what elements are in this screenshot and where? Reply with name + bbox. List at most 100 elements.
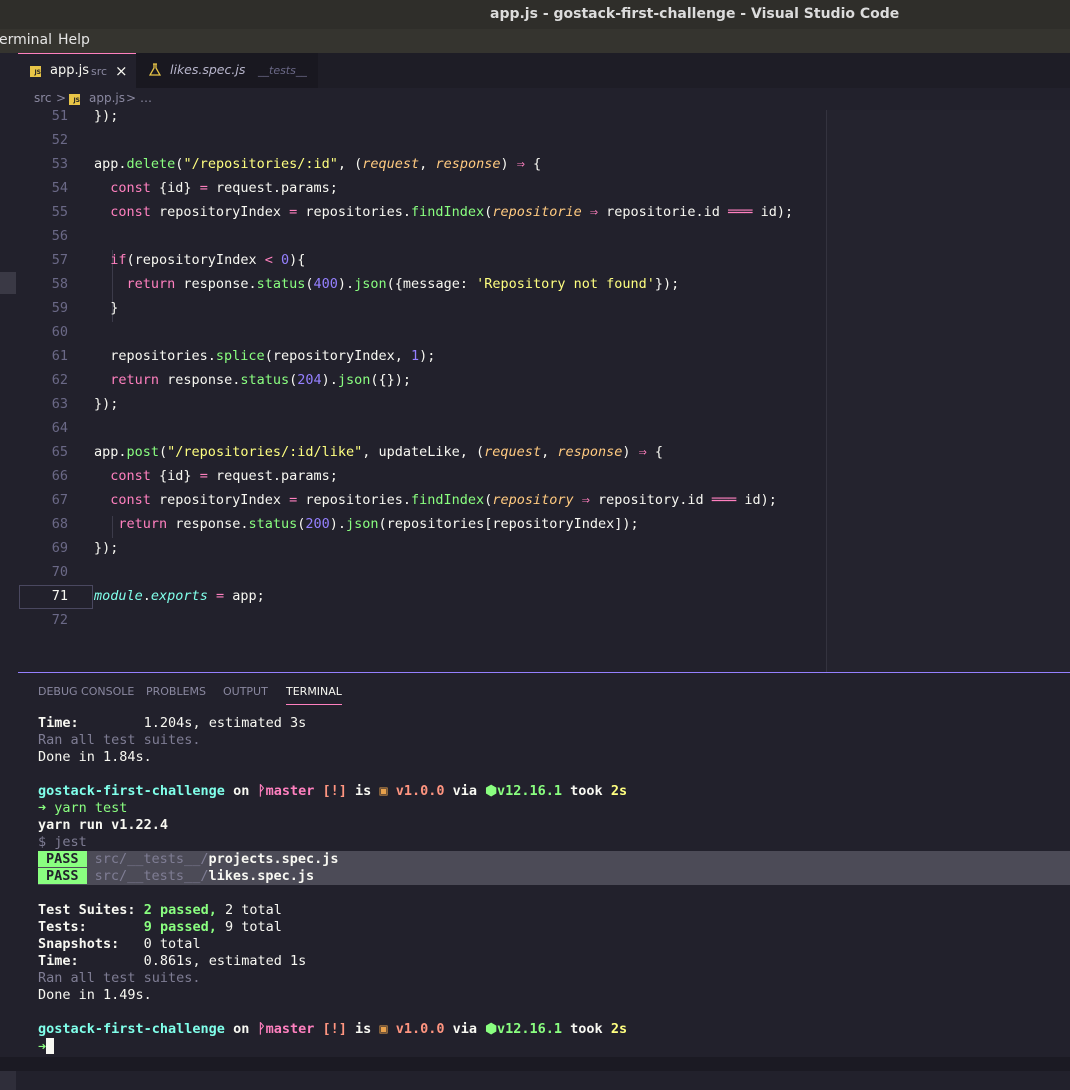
line-number-current: 71 bbox=[51, 588, 68, 604]
code-line-58: return response.status(400).json({messag… bbox=[126, 276, 680, 292]
line-number: 68 bbox=[51, 516, 68, 532]
tab-folder: src bbox=[91, 65, 108, 78]
prompt-dir: gostack-first-challenge bbox=[38, 1021, 225, 1037]
code-line-61: repositories.splice(repositoryIndex, 1); bbox=[94, 348, 436, 364]
breadcrumb-separator: > bbox=[56, 91, 67, 105]
tab-problems[interactable]: PROBLEMS bbox=[146, 685, 206, 698]
node-hex-icon: ⬢ bbox=[485, 783, 497, 799]
prompt-branch: master bbox=[265, 783, 315, 799]
terminal-line: Done in 1.84s. bbox=[38, 749, 152, 765]
terminal-line: yarn run v1.22.4 bbox=[38, 817, 169, 833]
code-line-54: const {id} = request.params; bbox=[110, 180, 338, 196]
line-number: 64 bbox=[51, 420, 68, 436]
breadcrumb-more[interactable]: … bbox=[140, 91, 152, 105]
prompt-word: via bbox=[452, 1021, 478, 1037]
editor-ruler bbox=[826, 110, 827, 672]
label: Test Suites: bbox=[38, 902, 136, 918]
js-file-icon: JS bbox=[30, 66, 41, 77]
terminal-line: Ran all test suites. bbox=[38, 970, 201, 986]
arrow-prompt-icon: ➜ bbox=[38, 800, 47, 816]
close-icon[interactable]: × bbox=[115, 62, 128, 80]
value: 1.204s, estimated 3s bbox=[143, 715, 307, 731]
breadcrumb-file[interactable]: app.js bbox=[89, 91, 125, 105]
title-bar: app.js - gostack-first-challenge - Visua… bbox=[0, 0, 1070, 29]
node-hex-icon: ⬢ bbox=[485, 1021, 497, 1037]
result-path: src/__tests__/ bbox=[94, 851, 209, 867]
line-number: 69 bbox=[51, 540, 68, 556]
minimap[interactable] bbox=[827, 110, 1070, 672]
value: 0 total bbox=[143, 936, 201, 952]
line-number: 70 bbox=[51, 564, 68, 580]
line-number: 54 bbox=[51, 180, 68, 196]
code-line-67: const repositoryIndex = repositories.fin… bbox=[110, 492, 777, 508]
prompt-duration: 2s bbox=[610, 783, 628, 799]
package-icon: ▣ bbox=[379, 783, 388, 799]
tab-debug-console[interactable]: DEBUG CONSOLE bbox=[38, 685, 134, 698]
prompt-word: took bbox=[570, 783, 603, 799]
result-file: projects.spec.js bbox=[208, 851, 339, 867]
line-number: 56 bbox=[51, 228, 68, 244]
git-branch-icon: ᚹ bbox=[257, 1021, 266, 1037]
prompt-node: v12.16.1 bbox=[496, 1021, 563, 1037]
line-number: 65 bbox=[51, 444, 68, 460]
result-path: src/__tests__/ bbox=[94, 868, 209, 884]
label: Snapshots: bbox=[38, 936, 120, 952]
window-title: app.js - gostack-first-challenge - Visua… bbox=[490, 6, 900, 22]
prompt-node: v12.16.1 bbox=[496, 783, 563, 799]
summary-time: Time: 0.861s, estimated 1s bbox=[38, 953, 306, 970]
result-file: likes.spec.js bbox=[208, 868, 315, 884]
prompt-word: on bbox=[233, 783, 250, 799]
prompt-word: is bbox=[355, 1021, 372, 1037]
line-number: 58 bbox=[51, 276, 68, 292]
code-line-71: module.exports = app; bbox=[94, 588, 265, 604]
value: 9 total bbox=[224, 919, 282, 935]
breadcrumb-src[interactable]: src bbox=[34, 91, 52, 105]
line-number: 55 bbox=[51, 204, 68, 220]
line-number: 51 bbox=[51, 110, 68, 124]
sidebar-active-marker[interactable] bbox=[0, 272, 16, 294]
prompt-word: is bbox=[355, 783, 372, 799]
shell-prompt: gostack-first-challenge on ᚹmaster [!] i… bbox=[38, 1021, 627, 1038]
line-number: 67 bbox=[51, 492, 68, 508]
line-number: 63 bbox=[51, 396, 68, 412]
tab-filename: app.js bbox=[50, 63, 89, 78]
sidebar-bottom-marker[interactable] bbox=[0, 1068, 16, 1090]
code-line-63: }); bbox=[94, 396, 119, 412]
line-number: 59 bbox=[51, 300, 68, 316]
label: Tests: bbox=[38, 919, 87, 935]
line-number: 60 bbox=[51, 324, 68, 340]
tab-app-js[interactable]: JS app.js src × bbox=[18, 53, 136, 89]
test-result-row: PASS src/__tests__/likes.spec.js bbox=[38, 868, 314, 885]
terminal-input-line[interactable]: ➜ bbox=[38, 1038, 55, 1056]
tab-likes-spec[interactable]: likes.spec.js __tests__ bbox=[136, 53, 318, 88]
terminal-line: Time: 1.204s, estimated 3s bbox=[38, 715, 306, 732]
code-line-57: if(repositoryIndex < 0){ bbox=[110, 252, 306, 268]
terminal-line: Done in 1.49s. bbox=[38, 987, 152, 1003]
line-number: 62 bbox=[51, 372, 68, 388]
tab-output[interactable]: OUTPUT bbox=[223, 685, 268, 698]
prompt-version: v1.0.0 bbox=[395, 783, 445, 799]
code-line-62: return response.status(204).json({}); bbox=[110, 372, 412, 388]
code-editor[interactable]: 51 52 53 54 55 56 57 58 59 60 61 62 63 6… bbox=[18, 110, 1070, 672]
code-line-65: app.post("/repositories/:id/like", updat… bbox=[94, 444, 664, 460]
value: 2 total bbox=[224, 902, 282, 918]
package-icon: ▣ bbox=[379, 1021, 388, 1037]
terminal-line: $ jest bbox=[38, 834, 87, 850]
prompt-word: on bbox=[233, 1021, 250, 1037]
line-number: 61 bbox=[51, 348, 68, 364]
prompt-word: took bbox=[570, 1021, 603, 1037]
value: 9 passed, bbox=[143, 919, 217, 935]
line-number: 72 bbox=[51, 612, 68, 628]
shell-prompt: gostack-first-challenge on ᚹmaster [!] i… bbox=[38, 783, 627, 800]
menu-item-help[interactable]: Help bbox=[58, 32, 90, 48]
status-bar bbox=[0, 1057, 1070, 1071]
code-line-53: app.delete("/repositories/:id", (request… bbox=[94, 156, 542, 172]
breadcrumb: src > JS app.js > … bbox=[18, 88, 1070, 110]
code-line-59: } bbox=[94, 300, 119, 316]
test-flask-icon bbox=[149, 63, 161, 76]
line-number: 53 bbox=[51, 156, 68, 172]
menu-item-terminal[interactable]: erminal bbox=[0, 32, 52, 48]
line-number: 52 bbox=[51, 132, 68, 148]
tab-terminal[interactable]: TERMINAL bbox=[286, 685, 342, 705]
git-branch-icon: ᚹ bbox=[257, 783, 266, 799]
